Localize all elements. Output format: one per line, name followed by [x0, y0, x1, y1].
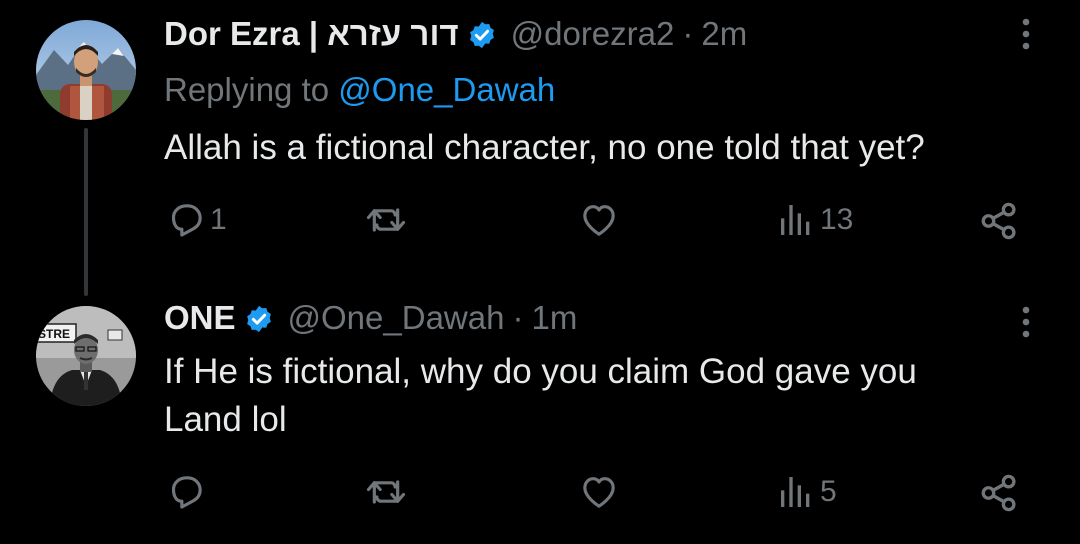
- views-icon: [781, 477, 810, 507]
- tweet-one-dawah[interactable]: STRE ONE @One_Dawah · 1m If He is fictio…: [0, 290, 1080, 544]
- reply-button[interactable]: [166, 472, 206, 512]
- separator-dot: ·: [512, 299, 524, 336]
- display-name[interactable]: Dor Ezra | דור עזרא: [164, 14, 459, 54]
- avatar-dorezra2[interactable]: [36, 20, 136, 120]
- tweet-text: Allah is a fictional character, no one t…: [164, 128, 925, 167]
- verified-badge-icon[interactable]: [244, 303, 274, 333]
- like-icon: [583, 477, 615, 508]
- reply-icon: [171, 204, 202, 237]
- views-button[interactable]: 5: [776, 472, 837, 512]
- tweet-actions: 1 13: [0, 196, 1080, 246]
- retweet-button[interactable]: [364, 472, 408, 512]
- timestamp[interactable]: 1m: [531, 298, 577, 338]
- share-icon: [981, 474, 1016, 512]
- tweet-dorezra2[interactable]: Dor Ezra | דור עזרא @dorezra2 · 2m Reply…: [0, 0, 1080, 290]
- tweet-text-line: If He is fictional, why do you claim God…: [164, 352, 917, 391]
- retweet-icon: [366, 480, 406, 504]
- reply-icon: [171, 476, 202, 509]
- views-count: 5: [820, 475, 837, 508]
- retweet-button[interactable]: [364, 200, 408, 240]
- reply-button[interactable]: 1: [166, 200, 227, 240]
- share-icon: [981, 202, 1016, 240]
- more-icon[interactable]: [1014, 302, 1038, 342]
- like-button[interactable]: [578, 472, 620, 512]
- tweet-header: ONE @One_Dawah · 1m: [164, 298, 577, 338]
- like-icon: [583, 205, 615, 236]
- views-count: 13: [820, 203, 854, 236]
- views-icon: [781, 205, 810, 235]
- user-handle[interactable]: @One_Dawah: [288, 298, 505, 338]
- tweet-text-line: Land lol: [164, 400, 287, 439]
- share-button[interactable]: [978, 472, 1020, 514]
- replying-to-mention[interactable]: @One_Dawah: [338, 71, 555, 108]
- share-button[interactable]: [978, 200, 1020, 242]
- avatar-one-dawah[interactable]: STRE: [36, 306, 136, 406]
- like-button[interactable]: [578, 200, 620, 240]
- user-handle[interactable]: @dorezra2: [511, 14, 675, 54]
- replying-to: Replying to @One_Dawah: [164, 70, 555, 110]
- tweet-actions: 5: [0, 470, 1080, 520]
- timestamp[interactable]: 2m: [701, 14, 747, 54]
- views-button[interactable]: 13: [776, 200, 853, 240]
- separator-dot: ·: [682, 15, 694, 52]
- replying-to-label: Replying to: [164, 71, 330, 108]
- retweet-icon: [366, 208, 406, 232]
- more-icon[interactable]: [1014, 14, 1038, 54]
- tweet-header: Dor Ezra | דור עזרא @dorezra2 · 2m: [164, 14, 747, 54]
- tweet-text: If He is fictional, why do you claim God…: [164, 348, 1024, 444]
- reply-count: 1: [210, 203, 227, 236]
- avatar-sign-text: STRE: [38, 327, 70, 341]
- verified-badge-icon[interactable]: [467, 19, 497, 49]
- display-name[interactable]: ONE: [164, 298, 236, 338]
